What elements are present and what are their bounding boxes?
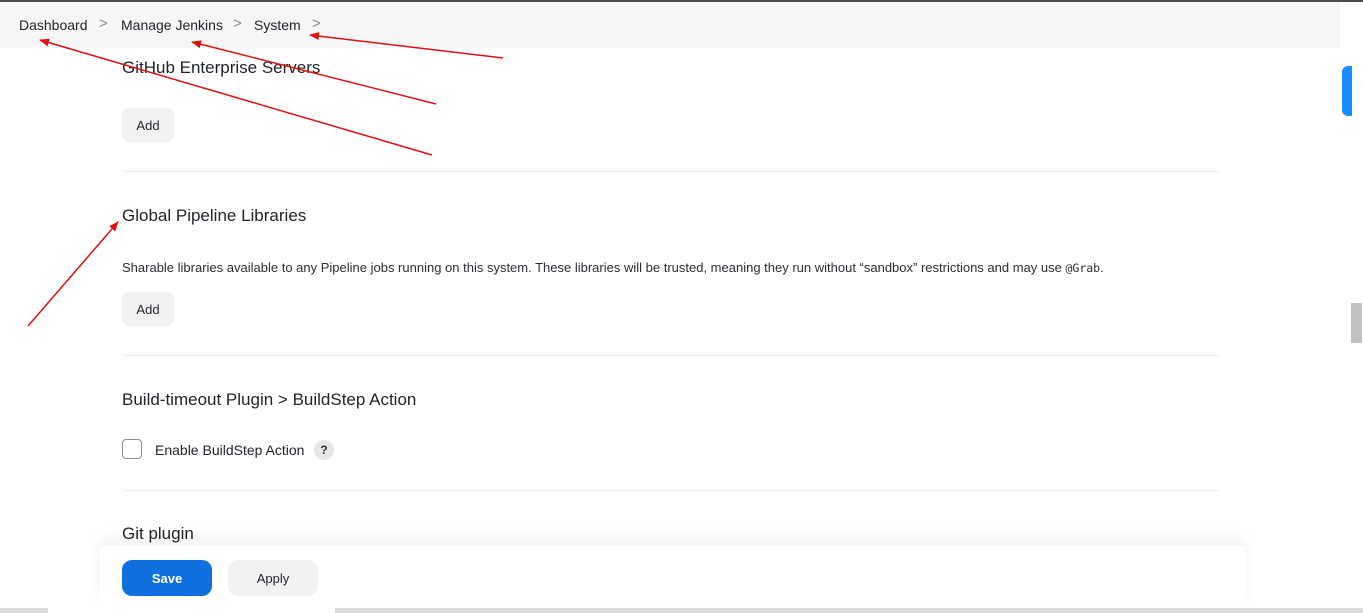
breadcrumb-system[interactable]: System [254, 17, 301, 33]
breadcrumb: Dashboard > Manage Jenkins > System > [0, 2, 1340, 48]
section-title-git-plugin: Git plugin [122, 524, 194, 543]
section-divider [122, 171, 1219, 172]
save-button[interactable]: Save [122, 560, 212, 596]
breadcrumb-dashboard[interactable]: Dashboard [19, 17, 88, 33]
grab-code: @Grab [1065, 261, 1101, 275]
description-text: Sharable libraries available to any Pipe… [122, 260, 1066, 275]
chevron-right-icon: > [233, 15, 242, 32]
section-divider [122, 490, 1219, 491]
arrow-to-global-pipeline [27, 221, 119, 327]
chevron-right-icon[interactable]: > [312, 15, 321, 32]
annotation-arrows [27, 32, 504, 327]
section-divider [122, 355, 1219, 356]
section-title-github-enterprise: GitHub Enterprise Servers [122, 58, 321, 77]
horizontal-scroll-thumb[interactable] [48, 608, 335, 613]
help-icon[interactable]: ? [314, 440, 334, 460]
enable-buildstep-checkbox[interactable] [122, 439, 142, 459]
section-title-build-timeout: Build-timeout Plugin > BuildStep Action [122, 390, 417, 409]
side-panel-tab[interactable] [1342, 66, 1352, 116]
global-pipeline-add-button[interactable]: Add [122, 292, 174, 326]
description-end: . [1100, 260, 1104, 275]
enable-buildstep-label[interactable]: Enable BuildStep Action [155, 442, 304, 458]
global-pipeline-description: Sharable libraries available to any Pipe… [122, 260, 1104, 275]
breadcrumb-manage-jenkins[interactable]: Manage Jenkins [121, 17, 223, 33]
scrollbar-thumb[interactable] [1351, 303, 1362, 343]
chevron-right-icon: > [99, 15, 108, 32]
apply-button[interactable]: Apply [228, 560, 318, 596]
section-title-global-pipeline-libraries: Global Pipeline Libraries [122, 206, 307, 225]
github-enterprise-add-button[interactable]: Add [122, 108, 174, 142]
